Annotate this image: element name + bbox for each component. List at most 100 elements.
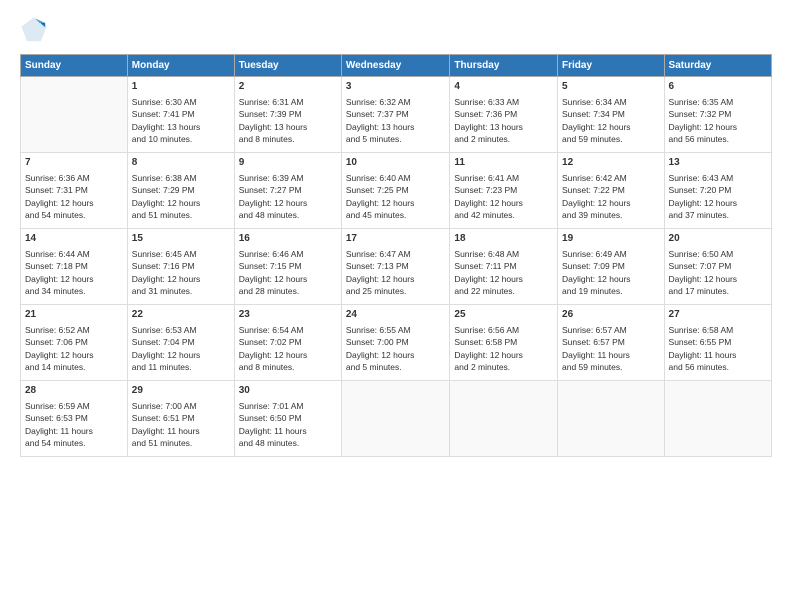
- day-number: 3: [346, 80, 446, 94]
- day-number: 19: [562, 232, 660, 246]
- weekday-header-wednesday: Wednesday: [341, 55, 450, 77]
- calendar-cell: 25Sunrise: 6:56 AM Sunset: 6:58 PM Dayli…: [450, 305, 558, 381]
- calendar-cell: 13 Sunrise: 6:43 AM Sunset: 7:20 PM Dayli…: [664, 153, 771, 229]
- day-info: Sunrise: 6:56 AM Sunset: 6:58 PM Dayligh…: [454, 324, 553, 373]
- day-number: 6: [669, 80, 767, 94]
- day-number: 11: [454, 156, 553, 170]
- day-number: 21: [25, 308, 123, 322]
- calendar-cell: 15 Sunrise: 6:45 AM Sunset: 7:16 PM Dayli…: [127, 229, 234, 305]
- header: [20, 16, 772, 44]
- day-number: 15: [132, 232, 230, 246]
- day-number: 22: [132, 308, 230, 322]
- logo-icon: [20, 16, 48, 44]
- day-number: 23: [239, 308, 337, 322]
- week-row-4: 21 Sunrise: 6:52 AM Sunset: 7:06 PM Dayli…: [21, 305, 772, 381]
- calendar-cell: 14 Sunrise: 6:44 AM Sunset: 7:18 PM Dayli…: [21, 229, 128, 305]
- day-info: Sunrise: 6:32 AM Sunset: 7:37 PM Dayligh…: [346, 96, 446, 145]
- calendar-cell: 16 Sunrise: 6:46 AM Sunset: 7:15 PM Dayli…: [234, 229, 341, 305]
- day-number: 20: [669, 232, 767, 246]
- day-info: Sunrise: 6:54 AM Sunset: 7:02 PM Dayligh…: [239, 324, 337, 373]
- day-info: Sunrise: 6:40 AM Sunset: 7:25 PM Dayligh…: [346, 172, 446, 221]
- calendar-cell: 29 Sunrise: 7:00 AM Sunset: 6:51 PM Dayli…: [127, 381, 234, 457]
- page: SundayMondayTuesdayWednesdayThursdayFrid…: [0, 0, 792, 612]
- weekday-header-saturday: Saturday: [664, 55, 771, 77]
- day-number: 12: [562, 156, 660, 170]
- calendar-cell: 22 Sunrise: 6:53 AM Sunset: 7:04 PM Dayli…: [127, 305, 234, 381]
- calendar-cell: 7 Sunrise: 6:36 AM Sunset: 7:31 PM Daylig…: [21, 153, 128, 229]
- day-number: 17: [346, 232, 446, 246]
- calendar-cell: [21, 77, 128, 153]
- day-info: Sunrise: 6:39 AM Sunset: 7:27 PM Dayligh…: [239, 172, 337, 221]
- calendar-cell: 21 Sunrise: 6:52 AM Sunset: 7:06 PM Dayli…: [21, 305, 128, 381]
- day-info: Sunrise: 6:49 AM Sunset: 7:09 PM Dayligh…: [562, 248, 660, 297]
- day-info: Sunrise: 6:34 AM Sunset: 7:34 PM Dayligh…: [562, 96, 660, 145]
- calendar-cell: [558, 381, 665, 457]
- day-number: 16: [239, 232, 337, 246]
- calendar-cell: 17 Sunrise: 6:47 AM Sunset: 7:13 PM Dayli…: [341, 229, 450, 305]
- week-row-1: 1Sunrise: 6:30 AM Sunset: 7:41 PM Daylig…: [21, 77, 772, 153]
- calendar-cell: 18Sunrise: 6:48 AM Sunset: 7:11 PM Dayli…: [450, 229, 558, 305]
- day-info: Sunrise: 6:35 AM Sunset: 7:32 PM Dayligh…: [669, 96, 767, 145]
- day-number: 13: [669, 156, 767, 170]
- day-number: 5: [562, 80, 660, 94]
- day-number: 28: [25, 384, 123, 398]
- day-info: Sunrise: 6:45 AM Sunset: 7:16 PM Dayligh…: [132, 248, 230, 297]
- calendar-cell: 27 Sunrise: 6:58 AM Sunset: 6:55 PM Dayli…: [664, 305, 771, 381]
- calendar-cell: 23 Sunrise: 6:54 AM Sunset: 7:02 PM Dayli…: [234, 305, 341, 381]
- calendar-cell: 5 Sunrise: 6:34 AM Sunset: 7:34 PM Daylig…: [558, 77, 665, 153]
- calendar-cell: 2 Sunrise: 6:31 AM Sunset: 7:39 PM Daylig…: [234, 77, 341, 153]
- day-number: 8: [132, 156, 230, 170]
- day-number: 18: [454, 232, 553, 246]
- weekday-header-tuesday: Tuesday: [234, 55, 341, 77]
- calendar-cell: 20Sunrise: 6:50 AM Sunset: 7:07 PM Dayli…: [664, 229, 771, 305]
- calendar-cell: 28 Sunrise: 6:59 AM Sunset: 6:53 PM Dayli…: [21, 381, 128, 457]
- day-number: 2: [239, 80, 337, 94]
- day-info: Sunrise: 6:57 AM Sunset: 6:57 PM Dayligh…: [562, 324, 660, 373]
- day-info: Sunrise: 6:55 AM Sunset: 7:00 PM Dayligh…: [346, 324, 446, 373]
- calendar-cell: 3 Sunrise: 6:32 AM Sunset: 7:37 PM Daylig…: [341, 77, 450, 153]
- day-info: Sunrise: 7:01 AM Sunset: 6:50 PM Dayligh…: [239, 400, 337, 449]
- day-info: Sunrise: 6:47 AM Sunset: 7:13 PM Dayligh…: [346, 248, 446, 297]
- week-row-5: 28 Sunrise: 6:59 AM Sunset: 6:53 PM Dayli…: [21, 381, 772, 457]
- calendar-cell: 8 Sunrise: 6:38 AM Sunset: 7:29 PM Daylig…: [127, 153, 234, 229]
- day-info: Sunrise: 6:38 AM Sunset: 7:29 PM Dayligh…: [132, 172, 230, 221]
- calendar-cell: 10Sunrise: 6:40 AM Sunset: 7:25 PM Dayli…: [341, 153, 450, 229]
- day-number: 24: [346, 308, 446, 322]
- day-info: Sunrise: 6:33 AM Sunset: 7:36 PM Dayligh…: [454, 96, 553, 145]
- day-info: Sunrise: 6:58 AM Sunset: 6:55 PM Dayligh…: [669, 324, 767, 373]
- calendar-cell: [664, 381, 771, 457]
- day-info: Sunrise: 7:00 AM Sunset: 6:51 PM Dayligh…: [132, 400, 230, 449]
- day-info: Sunrise: 6:43 AM Sunset: 7:20 PM Dayligh…: [669, 172, 767, 221]
- day-info: Sunrise: 6:30 AM Sunset: 7:41 PM Dayligh…: [132, 96, 230, 145]
- week-row-3: 14 Sunrise: 6:44 AM Sunset: 7:18 PM Dayli…: [21, 229, 772, 305]
- weekday-header-sunday: Sunday: [21, 55, 128, 77]
- logo: [20, 16, 52, 44]
- calendar-cell: 12 Sunrise: 6:42 AM Sunset: 7:22 PM Dayli…: [558, 153, 665, 229]
- day-info: Sunrise: 6:52 AM Sunset: 7:06 PM Dayligh…: [25, 324, 123, 373]
- day-info: Sunrise: 6:42 AM Sunset: 7:22 PM Dayligh…: [562, 172, 660, 221]
- day-info: Sunrise: 6:41 AM Sunset: 7:23 PM Dayligh…: [454, 172, 553, 221]
- calendar-cell: 11 Sunrise: 6:41 AM Sunset: 7:23 PM Dayli…: [450, 153, 558, 229]
- calendar-cell: 24 Sunrise: 6:55 AM Sunset: 7:00 PM Dayli…: [341, 305, 450, 381]
- day-info: Sunrise: 6:36 AM Sunset: 7:31 PM Dayligh…: [25, 172, 123, 221]
- day-info: Sunrise: 6:59 AM Sunset: 6:53 PM Dayligh…: [25, 400, 123, 449]
- calendar-cell: 1Sunrise: 6:30 AM Sunset: 7:41 PM Daylig…: [127, 77, 234, 153]
- day-number: 27: [669, 308, 767, 322]
- day-info: Sunrise: 6:53 AM Sunset: 7:04 PM Dayligh…: [132, 324, 230, 373]
- day-number: 14: [25, 232, 123, 246]
- weekday-header-monday: Monday: [127, 55, 234, 77]
- calendar-cell: 19 Sunrise: 6:49 AM Sunset: 7:09 PM Dayli…: [558, 229, 665, 305]
- day-info: Sunrise: 6:46 AM Sunset: 7:15 PM Dayligh…: [239, 248, 337, 297]
- weekday-header-friday: Friday: [558, 55, 665, 77]
- day-info: Sunrise: 6:44 AM Sunset: 7:18 PM Dayligh…: [25, 248, 123, 297]
- day-number: 7: [25, 156, 123, 170]
- day-number: 30: [239, 384, 337, 398]
- calendar-cell: [341, 381, 450, 457]
- weekday-header-thursday: Thursday: [450, 55, 558, 77]
- day-number: 29: [132, 384, 230, 398]
- day-info: Sunrise: 6:31 AM Sunset: 7:39 PM Dayligh…: [239, 96, 337, 145]
- calendar-cell: [450, 381, 558, 457]
- calendar-cell: 6 Sunrise: 6:35 AM Sunset: 7:32 PM Daylig…: [664, 77, 771, 153]
- day-number: 26: [562, 308, 660, 322]
- day-number: 9: [239, 156, 337, 170]
